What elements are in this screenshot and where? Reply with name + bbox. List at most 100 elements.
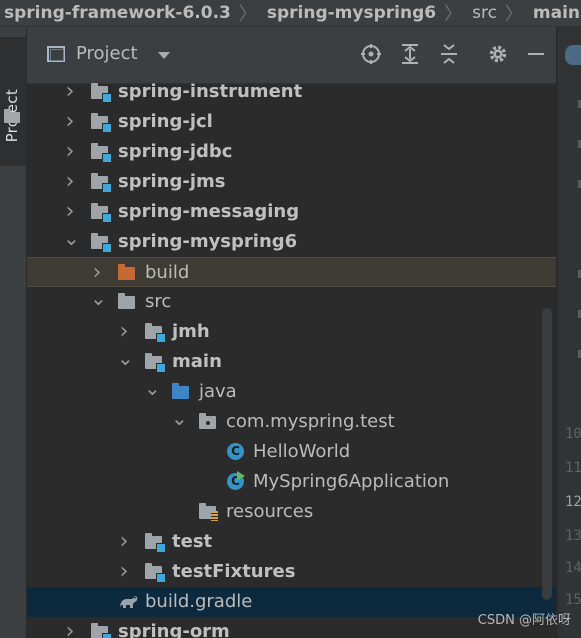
chevron-right-icon[interactable]: ›	[63, 77, 77, 107]
vertical-scrollbar[interactable]	[542, 308, 552, 600]
tree-node-label: build.gradle	[145, 591, 253, 612]
module-folder-icon	[91, 83, 112, 103]
project-panel-header: Project	[27, 27, 556, 84]
folder-icon	[118, 293, 138, 311]
line-number: 15	[565, 592, 581, 608]
chevron-down-icon[interactable]: ⌄	[117, 347, 134, 377]
tree-node-label: java	[199, 381, 237, 402]
tree-node-src[interactable]: ⌄ src	[27, 287, 556, 317]
tree-node-label: HelloWorld	[253, 441, 351, 462]
collapse-all-icon[interactable]	[438, 43, 460, 65]
module-folder-icon	[91, 173, 112, 193]
tree-node-spring-myspring6[interactable]: ⌄ spring-myspring6	[27, 227, 556, 257]
panel-title[interactable]: Project	[76, 43, 138, 64]
project-view-icon	[47, 46, 65, 62]
tree-node-main[interactable]: ⌄ main	[27, 347, 556, 377]
tree-node-label: jmh	[172, 321, 210, 342]
tree-node-label: build	[145, 262, 190, 283]
runnable-class-icon: C	[226, 471, 246, 491]
tree-node-label: spring-jcl	[118, 111, 213, 132]
line-number: 11	[565, 460, 581, 476]
tree-node-label: spring-myspring6	[118, 231, 298, 252]
tree-node-label: MySpring6Application	[253, 471, 450, 492]
breadcrumb-item[interactable]: spring-framework-6.0.3	[0, 3, 233, 23]
tree-node-com-myspring-test[interactable]: ⌄ com.myspring.test	[27, 407, 556, 437]
chevron-right-icon[interactable]: ›	[90, 258, 104, 288]
excluded-folder-icon	[118, 264, 138, 282]
tree-node-label: spring-jms	[118, 171, 226, 192]
tree-node-myspring6application[interactable]: C MySpring6Application	[27, 467, 556, 497]
project-tool-tab[interactable]: Project	[0, 37, 26, 166]
class-icon: C	[226, 443, 246, 461]
chevron-down-icon[interactable]	[158, 52, 170, 59]
gradle-icon	[118, 593, 138, 611]
tree-node-label: main	[172, 351, 222, 372]
tree-node-label: spring-orm	[118, 621, 230, 638]
module-folder-icon	[91, 143, 112, 163]
hide-icon[interactable]	[525, 43, 547, 65]
chevron-right-icon[interactable]: ›	[63, 617, 77, 638]
tree-node-jmh[interactable]: › jmh	[27, 317, 556, 347]
line-number: 14	[565, 560, 581, 576]
tool-window-strip: Project	[0, 27, 27, 638]
tree-node-spring-instrument[interactable]: › spring-instrument	[27, 77, 556, 107]
breadcrumb-separator: 〉	[504, 4, 523, 25]
package-icon	[199, 413, 219, 431]
tree-node-label: test	[172, 531, 213, 552]
module-folder-icon	[145, 563, 166, 583]
tree-node-helloworld[interactable]: C HelloWorld	[27, 437, 556, 467]
tree-node-label: spring-messaging	[118, 201, 300, 222]
breadcrumb-separator: 〉	[238, 4, 257, 25]
expand-all-icon[interactable]	[399, 43, 421, 65]
tree-node-label: spring-jdbc	[118, 141, 233, 162]
module-folder-icon	[91, 203, 112, 223]
chevron-right-icon[interactable]: ›	[63, 107, 77, 137]
project-tree: › spring-instrument › spring-jcl › spring-jdb…	[27, 77, 556, 638]
chevron-right-icon[interactable]: ›	[117, 557, 131, 587]
locate-target-icon[interactable]	[360, 43, 382, 65]
editor-gutter	[557, 27, 581, 638]
module-folder-icon	[145, 353, 166, 373]
tree-node-spring-jcl[interactable]: › spring-jcl	[27, 107, 556, 137]
module-folder-icon	[91, 233, 112, 253]
tree-node-spring-orm[interactable]: › spring-orm	[27, 617, 556, 638]
chevron-right-icon[interactable]: ›	[63, 167, 77, 197]
breadcrumb: spring-framework-6.0.3 〉 spring-myspring6 〉…	[0, 0, 581, 27]
tree-node-spring-jms[interactable]: › spring-jms	[27, 167, 556, 197]
tree-node-java[interactable]: ⌄ java	[27, 377, 556, 407]
breadcrumb-item[interactable]: spring-myspring6	[263, 3, 438, 23]
chevron-right-icon[interactable]: ›	[63, 137, 77, 167]
tree-node-label: spring-instrument	[118, 81, 303, 102]
module-folder-icon	[91, 623, 112, 638]
chevron-down-icon[interactable]: ⌄	[144, 377, 161, 407]
tree-node-build[interactable]: › build	[27, 257, 556, 287]
gear-icon[interactable]	[487, 43, 509, 65]
tree-node-testfixtures[interactable]: › testFixtures	[27, 557, 556, 587]
folder-icon[interactable]	[4, 109, 20, 123]
tree-node-resources[interactable]: resources	[27, 497, 556, 527]
chevron-down-icon[interactable]: ⌄	[63, 227, 80, 257]
watermark: CSDN @阿依呀	[477, 613, 571, 628]
tree-node-build-gradle[interactable]: build.gradle	[27, 587, 556, 617]
resources-folder-icon	[199, 503, 219, 521]
editor-tab-icon[interactable]	[565, 45, 581, 65]
tree-node-label: com.myspring.test	[226, 411, 395, 432]
module-folder-icon	[91, 113, 112, 133]
module-folder-icon	[145, 323, 166, 343]
chevron-down-icon[interactable]: ⌄	[171, 407, 188, 437]
chevron-right-icon[interactable]: ›	[117, 317, 131, 347]
tree-node-spring-jdbc[interactable]: › spring-jdbc	[27, 137, 556, 167]
chevron-down-icon[interactable]: ⌄	[90, 287, 107, 317]
breadcrumb-separator: 〉	[444, 4, 463, 25]
tree-node-label: resources	[226, 501, 314, 522]
breadcrumb-item[interactable]: src	[468, 3, 499, 23]
tree-node-label: testFixtures	[172, 561, 296, 582]
chevron-right-icon[interactable]: ›	[63, 197, 77, 227]
module-folder-icon	[145, 533, 166, 553]
tree-node-spring-messaging[interactable]: › spring-messaging	[27, 197, 556, 227]
chevron-right-icon[interactable]: ›	[117, 527, 131, 557]
breadcrumb-item[interactable]: main	[529, 3, 581, 23]
line-number: 13	[565, 528, 581, 544]
line-number: 12	[565, 494, 581, 510]
tree-node-test[interactable]: › test	[27, 527, 556, 557]
